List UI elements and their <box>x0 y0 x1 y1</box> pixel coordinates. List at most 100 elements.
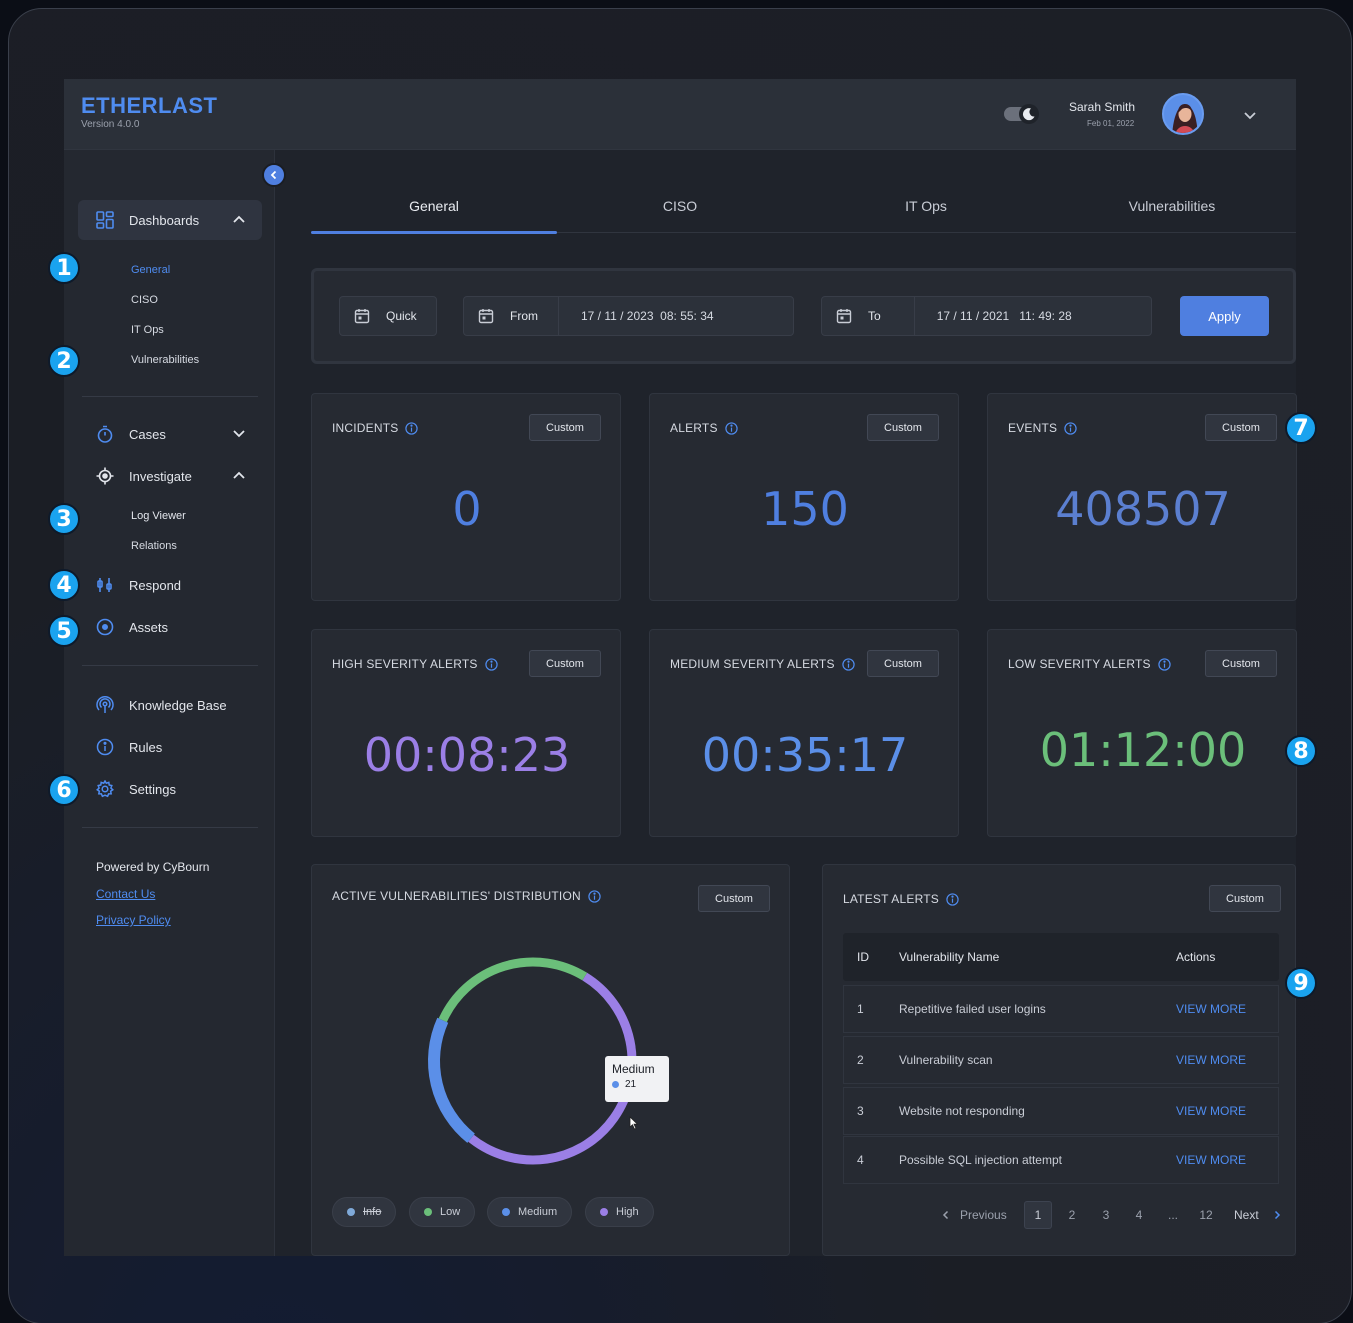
chevron-down-icon[interactable] <box>232 426 246 440</box>
custom-button[interactable]: Custom <box>529 414 601 441</box>
view-more-link[interactable]: VIEW MORE <box>1176 1037 1246 1083</box>
donut-slice-low[interactable] <box>438 957 588 1023</box>
pagination-page-12[interactable]: 12 <box>1198 1201 1214 1229</box>
theme-toggle[interactable] <box>1004 104 1040 124</box>
sidebar-item-knowledge-base[interactable]: Knowledge Base <box>78 685 262 725</box>
view-more-link[interactable]: VIEW MORE <box>1176 1088 1246 1134</box>
chevron-left-icon <box>942 1210 949 1220</box>
field-separator <box>558 296 559 336</box>
contact-us-link[interactable]: Contact Us <box>96 887 155 901</box>
broadcast-icon <box>96 696 114 714</box>
pagination-next[interactable]: Next <box>1234 1201 1281 1229</box>
info-icon[interactable] <box>724 421 738 435</box>
info-icon[interactable] <box>405 421 419 435</box>
sidebar-item-label: Dashboards <box>129 212 200 228</box>
respond-icon <box>96 576 114 594</box>
legend-item-medium[interactable]: Medium <box>487 1197 573 1227</box>
pagination-page-1[interactable]: 1 <box>1024 1201 1052 1229</box>
to-date-value[interactable]: 17 / 11 / 2021 11: 49: 28 <box>937 309 1072 323</box>
legend-label: Low <box>440 1206 461 1218</box>
sidebar-divider <box>82 827 258 828</box>
to-date-field[interactable]: To 17 / 11 / 2021 11: 49: 28 <box>821 296 1152 336</box>
custom-button[interactable]: Custom <box>1205 414 1277 441</box>
sidebar-divider <box>82 665 258 666</box>
row-name: Repetitive failed user logins <box>899 1002 1046 1016</box>
card-title-text: INCIDENTS <box>332 421 399 435</box>
annotation-badge-3: 3 <box>48 503 80 535</box>
high-severity-value: 00:08:23 <box>363 728 571 782</box>
donut-slice-medium[interactable] <box>428 1017 475 1143</box>
custom-button[interactable]: Custom <box>867 650 939 677</box>
sidebar-item-label: Settings <box>129 781 176 797</box>
chevron-up-icon[interactable] <box>232 212 246 226</box>
date-filter-bar: Quick From 17 / 11 / 2023 08: 55: 34 To … <box>311 268 1296 364</box>
brand-logo[interactable]: ETHERLAST <box>81 93 218 119</box>
sidebar-item-assets[interactable]: Assets <box>78 607 262 647</box>
quick-range-button[interactable]: Quick <box>339 296 437 336</box>
card-title-text: EVENTS <box>1008 421 1058 435</box>
legend-item-high[interactable]: High <box>585 1197 654 1227</box>
privacy-policy-link[interactable]: Privacy Policy <box>96 913 171 927</box>
card-title-text: ALERTS <box>670 421 718 435</box>
view-more-link[interactable]: VIEW MORE <box>1176 986 1246 1032</box>
custom-button[interactable]: Custom <box>529 650 601 677</box>
legend-item-info[interactable]: Info <box>332 1197 397 1227</box>
target-icon <box>96 618 114 636</box>
tab-vulnerabilities[interactable]: Vulnerabilities <box>1049 183 1295 233</box>
info-icon[interactable] <box>1158 657 1171 671</box>
pagination-page-3[interactable]: 3 <box>1100 1201 1112 1229</box>
panel-title: ACTIVE VULNERABILITIES' DISTRIBUTION <box>332 889 601 903</box>
crosshair-icon <box>96 467 114 485</box>
dashboard-grid-icon <box>96 211 114 229</box>
user-name: Sarah Smith <box>1069 100 1136 114</box>
sidebar-item-settings[interactable]: Settings <box>78 769 262 809</box>
custom-button[interactable]: Custom <box>698 885 770 912</box>
info-icon[interactable] <box>588 889 601 903</box>
apply-button[interactable]: Apply <box>1180 296 1269 336</box>
tab-it-ops[interactable]: IT Ops <box>803 183 1049 233</box>
sidebar-subitem-it-ops[interactable]: IT Ops <box>131 324 164 336</box>
sidebar-item-investigate[interactable]: Investigate <box>78 456 262 496</box>
row-id: 3 <box>857 1104 864 1118</box>
annotation-badge-8: 8 <box>1285 735 1317 767</box>
info-icon[interactable] <box>484 657 498 671</box>
chevron-left-icon <box>270 170 277 180</box>
legend-item-low[interactable]: Low <box>409 1197 476 1227</box>
sidebar-item-cases[interactable]: Cases <box>78 414 262 454</box>
from-label: From <box>510 309 538 323</box>
tab-ciso[interactable]: CISO <box>557 183 803 233</box>
view-more-link[interactable]: VIEW MORE <box>1176 1137 1246 1183</box>
collapse-sidebar-button[interactable] <box>262 163 286 187</box>
from-date-value[interactable]: 17 / 11 / 2023 08: 55: 34 <box>581 309 714 323</box>
info-icon[interactable] <box>841 657 855 671</box>
from-date-field[interactable]: From 17 / 11 / 2023 08: 55: 34 <box>463 296 794 336</box>
sidebar-subitem-ciso[interactable]: CISO <box>131 294 158 306</box>
avatar[interactable] <box>1162 93 1204 135</box>
info-icon[interactable] <box>946 892 959 906</box>
card-title-text: LOW SEVERITY ALERTS <box>1008 657 1151 671</box>
info-icon[interactable] <box>1064 421 1077 435</box>
tab-general[interactable]: General <box>311 183 557 234</box>
sidebar-item-dashboards[interactable]: Dashboards <box>78 200 262 240</box>
chevron-up-icon[interactable] <box>232 468 246 482</box>
low-severity-card: LOW SEVERITY ALERTS Custom 01:12:00 <box>987 629 1297 837</box>
pagination-previous[interactable]: Previous <box>942 1201 1007 1229</box>
sidebar-subitem-vulnerabilities[interactable]: Vulnerabilities <box>131 354 199 366</box>
user-menu-chevron-icon[interactable] <box>1243 108 1257 122</box>
custom-button[interactable]: Custom <box>1205 650 1277 677</box>
table-row: 2 Vulnerability scan VIEW MORE <box>843 1036 1279 1084</box>
sidebar-subitem-general[interactable]: General <box>131 264 170 276</box>
sidebar-item-label: Rules <box>129 739 163 755</box>
sidebar-subitem-log-viewer[interactable]: Log Viewer <box>131 510 186 522</box>
events-card: EVENTS Custom 408507 <box>987 393 1297 601</box>
sidebar-item-label: Knowledge Base <box>129 697 227 713</box>
card-title: HIGH SEVERITY ALERTS <box>332 657 498 671</box>
card-title: MEDIUM SEVERITY ALERTS <box>670 657 855 671</box>
sidebar-item-respond[interactable]: Respond <box>78 565 262 605</box>
pagination-page-2[interactable]: 2 <box>1066 1201 1078 1229</box>
custom-button[interactable]: Custom <box>867 414 939 441</box>
pagination-page-4[interactable]: 4 <box>1133 1201 1145 1229</box>
custom-button[interactable]: Custom <box>1209 885 1281 912</box>
sidebar-subitem-relations[interactable]: Relations <box>131 540 177 552</box>
sidebar-item-rules[interactable]: Rules <box>78 727 262 767</box>
